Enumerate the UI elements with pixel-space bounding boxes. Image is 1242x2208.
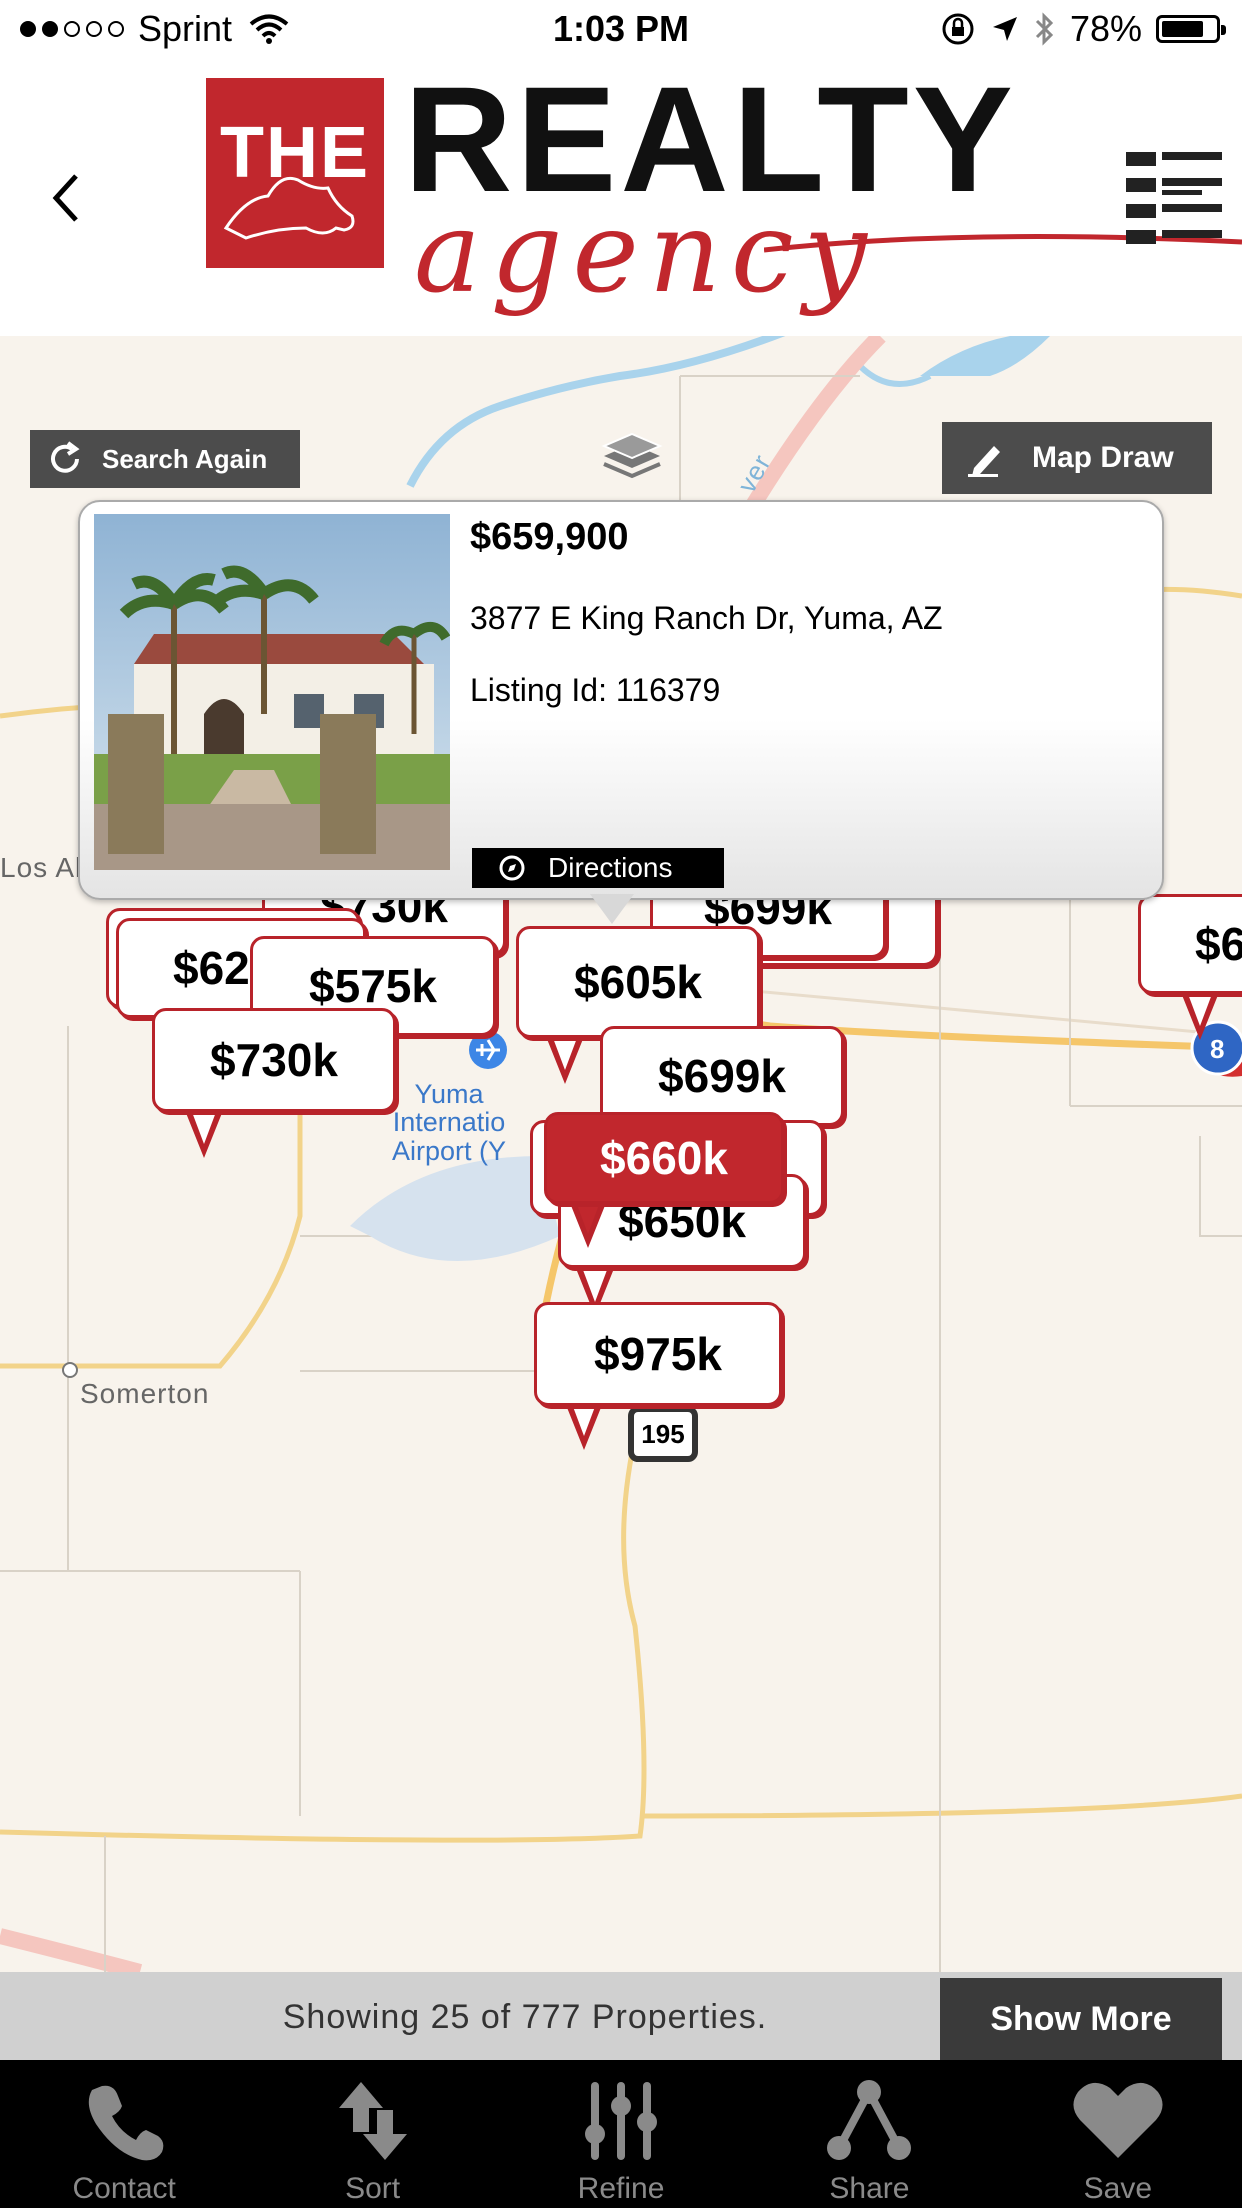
price-pin[interactable]: $699k <box>600 1026 844 1126</box>
listing-price: $659,900 <box>470 516 629 558</box>
price-pin-tail <box>1180 986 1220 1040</box>
refresh-icon <box>51 441 80 473</box>
pencil-icon <box>968 446 1000 477</box>
airport-label: Yuma Internatio Airport (Y <box>392 1079 507 1166</box>
house-photo-image <box>94 514 450 870</box>
bottom-tab-bar: Contact Sort Refine Share Save <box>0 2060 1242 2208</box>
map-label-somerton: Somerton <box>80 1378 210 1409</box>
price-pin[interactable]: $605k <box>516 926 760 1038</box>
price-pin[interactable]: $6 <box>1138 894 1242 994</box>
price-pin-tail <box>564 1396 604 1450</box>
show-more-button[interactable]: Show More <box>940 1978 1222 2060</box>
tab-refine[interactable]: Refine <box>497 2060 745 2208</box>
directions-button[interactable]: Directions <box>472 848 724 888</box>
price-pin[interactable]: $975k <box>534 1302 782 1406</box>
results-bar: Showing 25 of 777 Properties. Show More <box>0 1972 1242 2060</box>
price-pin-selected[interactable]: $660k <box>544 1112 784 1204</box>
price-pin-tail <box>568 1194 608 1248</box>
location-arrow-icon <box>992 17 1017 41</box>
battery-percent: 78% <box>1069 8 1142 49</box>
directions-label: Directions <box>548 852 673 883</box>
listing-address: 3877 E King Ranch Dr, Yuma, AZ <box>470 600 943 636</box>
list-view-icon[interactable] <box>1126 152 1222 244</box>
tab-label: Sort <box>345 2172 401 2205</box>
price-pin-tail <box>184 1104 224 1158</box>
tab-share[interactable]: Share <box>745 2060 993 2208</box>
bluetooth-icon <box>1035 12 1054 46</box>
listing-photo[interactable] <box>94 514 450 870</box>
search-again-button[interactable]: Search Again <box>30 430 300 488</box>
status-right: 78% <box>940 8 1226 50</box>
results-count: Showing 25 of 777 Properties. <box>282 1998 768 2036</box>
back-chevron-icon[interactable] <box>46 168 86 228</box>
price-pin[interactable]: $730k <box>152 1008 396 1112</box>
map-town-dot <box>62 1362 78 1378</box>
map-draw-label: Map Draw <box>1032 441 1174 474</box>
battery-icon <box>1156 15 1226 43</box>
rotation-lock-icon <box>942 13 974 45</box>
property-map[interactable]: Los Alg Somerton ver 8 Yuma Internatio A… <box>0 336 1242 1972</box>
status-bar: Sprint 1:03 PM 78% <box>0 0 1242 60</box>
tab-label: Share <box>829 2172 910 2205</box>
price-pin-tail <box>545 1030 585 1084</box>
tab-label: Refine <box>577 2172 665 2205</box>
compass-icon <box>499 855 525 881</box>
sliders-icon <box>585 2082 658 2160</box>
route-195-shield: 195 <box>628 1406 698 1462</box>
logo-red-box: THE <box>206 78 384 268</box>
tab-contact[interactable]: Contact <box>0 2060 248 2208</box>
heart-icon <box>1073 2082 1163 2158</box>
realty-agency-logo: THE REALTY agency <box>204 64 1242 338</box>
listing-popup[interactable]: $659,900 3877 E King Ranch Dr, Yuma, AZ … <box>78 500 1164 900</box>
tab-label: Contact <box>72 2172 176 2205</box>
search-again-label: Search Again <box>102 443 268 474</box>
tab-save[interactable]: Save <box>994 2060 1242 2208</box>
map-layers-icon[interactable] <box>600 428 664 488</box>
tab-sort[interactable]: Sort <box>248 2060 496 2208</box>
logo-map-outline-icon <box>223 176 355 240</box>
tab-label: Save <box>1083 2172 1153 2205</box>
listing-id: Listing Id: 116379 <box>470 672 721 708</box>
popup-caret <box>590 894 634 924</box>
map-draw-button[interactable]: Map Draw <box>942 422 1212 494</box>
app-header: THE REALTY agency <box>0 60 1242 338</box>
phone-icon <box>89 2085 164 2161</box>
airport-icon <box>469 1031 507 1069</box>
share-nodes-icon <box>827 2080 912 2160</box>
sort-arrows-icon <box>338 2082 407 2160</box>
